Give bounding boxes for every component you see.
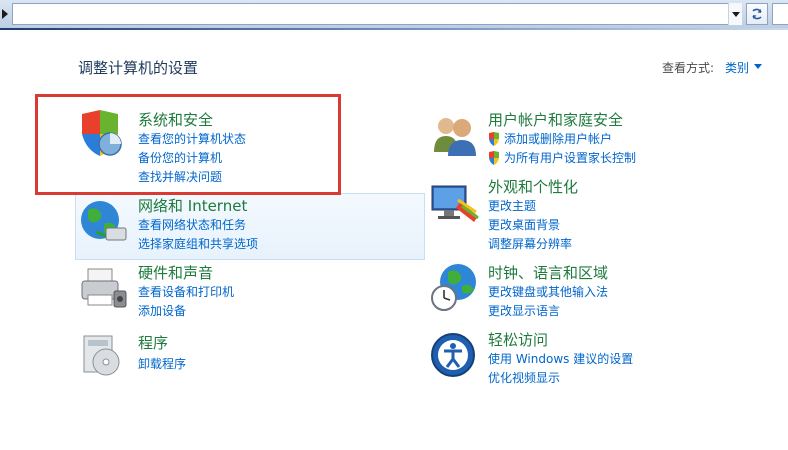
refresh-button[interactable] bbox=[746, 3, 768, 25]
link-devices-printers[interactable]: 查看设备和打印机 bbox=[138, 283, 234, 300]
link-homegroup[interactable]: 选择家庭组和共享选项 bbox=[138, 235, 258, 252]
link-add-device[interactable]: 添加设备 bbox=[138, 302, 186, 319]
toolbar-strip bbox=[0, 28, 788, 30]
address-dropdown-button[interactable] bbox=[728, 3, 742, 25]
users-icon[interactable] bbox=[430, 110, 480, 162]
address-bar-area bbox=[0, 0, 788, 30]
chevron-down-icon[interactable] bbox=[754, 64, 762, 69]
link-change-theme[interactable]: 更改主题 bbox=[488, 197, 536, 214]
refresh-icon bbox=[752, 8, 762, 20]
annotation-red-box bbox=[35, 94, 341, 195]
programs-disc-icon[interactable] bbox=[78, 332, 124, 382]
uac-shield-icon bbox=[488, 131, 500, 146]
ease-of-access-icon[interactable] bbox=[430, 332, 476, 382]
link-parental-controls[interactable]: 为所有用户设置家长控制 bbox=[504, 149, 636, 166]
clock-globe-icon[interactable] bbox=[430, 262, 480, 316]
link-network-status[interactable]: 查看网络状态和任务 bbox=[138, 216, 246, 233]
link-change-desktop-bg[interactable]: 更改桌面背景 bbox=[488, 216, 560, 233]
search-input[interactable] bbox=[772, 3, 788, 25]
category-title-clock-region[interactable]: 时钟、语言和区域 bbox=[488, 262, 608, 283]
link-uninstall-program[interactable]: 卸载程序 bbox=[138, 355, 186, 372]
category-title-user-accounts[interactable]: 用户帐户和家庭安全 bbox=[488, 109, 623, 130]
view-by-label: 查看方式: bbox=[662, 61, 715, 75]
link-change-keyboard[interactable]: 更改键盘或其他输入法 bbox=[488, 283, 608, 300]
category-title-programs[interactable]: 程序 bbox=[138, 332, 168, 353]
appearance-monitor-icon[interactable] bbox=[430, 182, 480, 230]
link-screen-resolution[interactable]: 调整屏幕分辨率 bbox=[488, 235, 572, 252]
network-globe-icon[interactable] bbox=[78, 198, 128, 248]
link-add-remove-accounts[interactable]: 添加或删除用户帐户 bbox=[504, 130, 612, 147]
category-title-hardware[interactable]: 硬件和声音 bbox=[138, 262, 213, 283]
view-by-dropdown[interactable]: 类别 bbox=[725, 59, 749, 76]
uac-shield-icon bbox=[488, 150, 500, 165]
category-title-appearance[interactable]: 外观和个性化 bbox=[488, 176, 578, 197]
category-title-ease-of-access[interactable]: 轻松访问 bbox=[488, 329, 548, 350]
address-input[interactable] bbox=[12, 3, 742, 25]
nav-arrow-icon[interactable] bbox=[2, 9, 8, 19]
page-title: 调整计算机的设置 bbox=[78, 59, 199, 77]
link-change-display-language[interactable]: 更改显示语言 bbox=[488, 302, 560, 319]
link-optimize-video[interactable]: 优化视频显示 bbox=[488, 369, 560, 386]
category-title-network[interactable]: 网络和 Internet bbox=[138, 195, 247, 216]
printer-icon[interactable] bbox=[78, 265, 128, 315]
link-recommended-settings[interactable]: 使用 Windows 建议的设置 bbox=[488, 350, 633, 367]
